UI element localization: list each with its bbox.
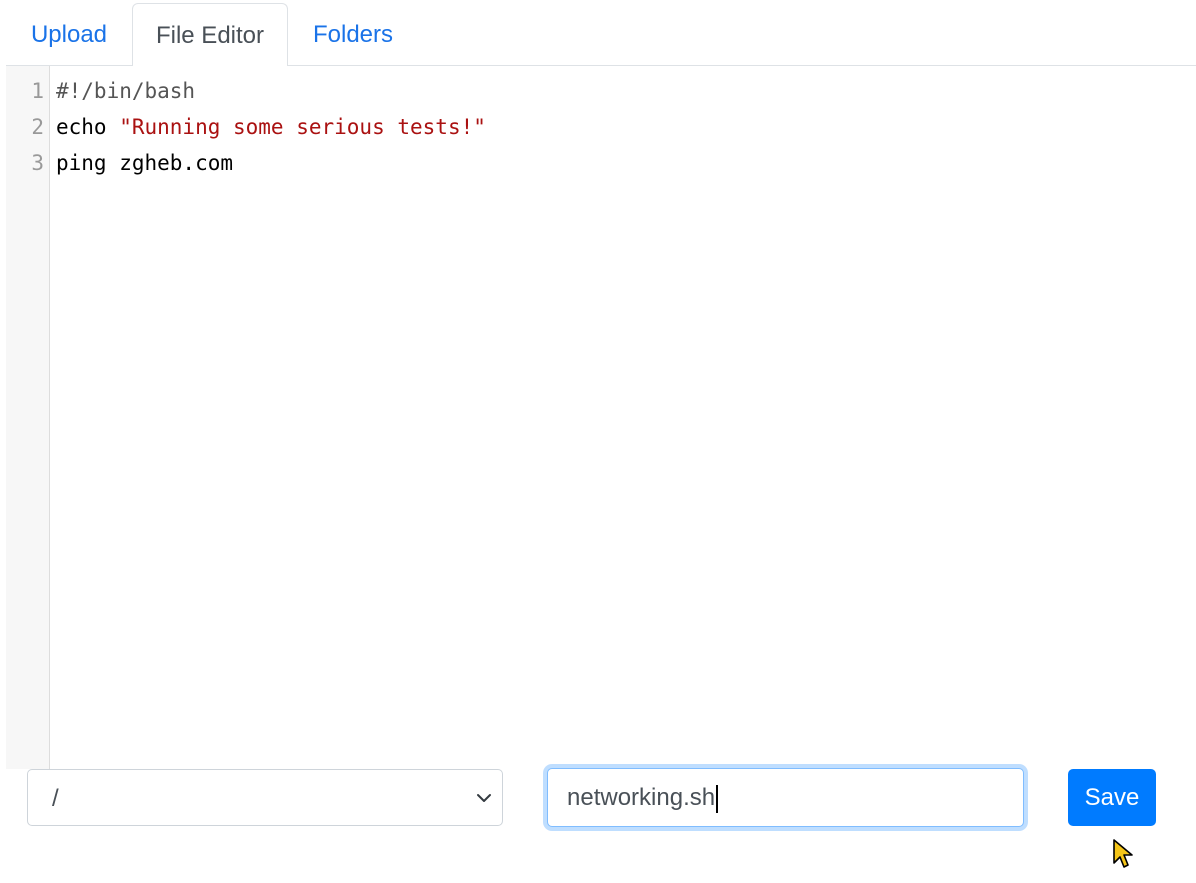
chevron-down-icon — [477, 794, 491, 802]
line-number: 1 — [31, 79, 44, 103]
filename-input-text: networking.sh — [567, 769, 719, 826]
shebang-comment: #!/bin/bash — [56, 79, 196, 103]
keyword-token: echo — [56, 115, 120, 139]
tab-file-editor[interactable]: File Editor — [132, 3, 288, 67]
tab-upload[interactable]: Upload — [6, 3, 132, 66]
code-editor[interactable]: 1 2 3 #!/bin/bash echo "Running some ser… — [6, 66, 1196, 769]
tab-folders[interactable]: Folders — [288, 3, 418, 66]
tab-bar: Upload File Editor Folders — [6, 0, 1196, 67]
filename-value: networking.sh — [567, 784, 716, 811]
command-token: ping zgheb.com — [56, 151, 234, 175]
folder-select[interactable]: / — [27, 769, 503, 826]
line-number: 3 — [31, 151, 44, 175]
string-token: "Running some serious tests!" — [119, 115, 486, 139]
code-line[interactable]: ping zgheb.com — [56, 145, 233, 181]
code-line[interactable]: echo "Running some serious tests!" — [56, 109, 486, 145]
code-line[interactable]: #!/bin/bash — [56, 73, 195, 109]
line-number-gutter: 1 2 3 — [6, 66, 50, 769]
mouse-pointer-icon — [1113, 839, 1133, 868]
save-button[interactable]: Save — [1068, 769, 1156, 826]
line-number: 2 — [31, 115, 44, 139]
filename-input[interactable]: networking.sh — [547, 768, 1024, 827]
folder-select-value: / — [52, 785, 59, 812]
text-caret — [716, 784, 719, 813]
